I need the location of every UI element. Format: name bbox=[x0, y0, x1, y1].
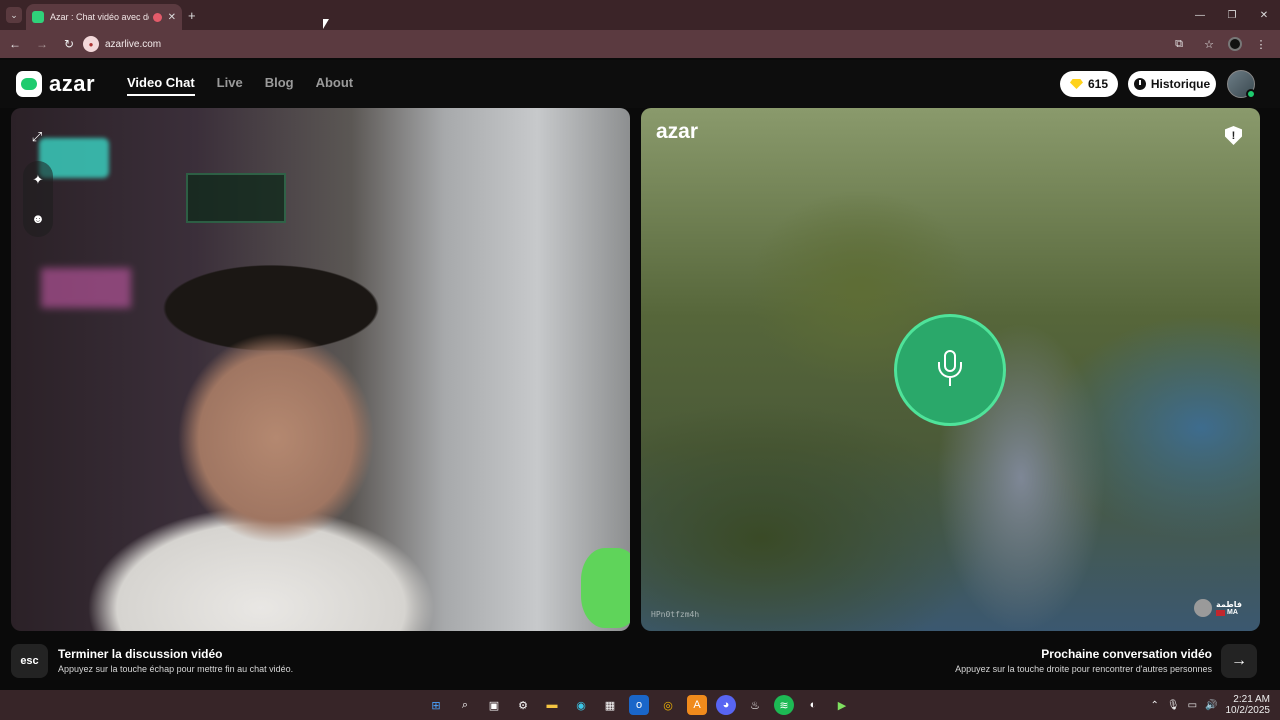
network-icon[interactable]: ▭ bbox=[1188, 700, 1197, 711]
settings-gear-icon[interactable]: ⚙ bbox=[513, 695, 533, 715]
end-chat-button[interactable]: esc bbox=[11, 644, 48, 678]
window-close-icon[interactable]: ✕ bbox=[1248, 0, 1280, 30]
gems-count: 615 bbox=[1087, 77, 1109, 91]
peer-avatar bbox=[1194, 599, 1212, 617]
tray-mic-icon[interactable]: 🎙 bbox=[1167, 700, 1180, 711]
spotify-icon[interactable]: ≋ bbox=[774, 695, 794, 715]
green-plush-toy bbox=[581, 548, 630, 628]
expand-icon[interactable]: ⤢ bbox=[23, 123, 51, 151]
windows-taskbar: ⊞ ⌕ ▣ ⚙ ▬ ◉ ▦ o ◎ A ◕ ♨ ≋ ◐ ▶ ⌃ 🎙 ▭ 🔊 2:… bbox=[0, 690, 1280, 720]
edge-browser-icon[interactable]: ◉ bbox=[571, 695, 591, 715]
reload-icon[interactable]: ↻ bbox=[57, 32, 81, 56]
next-chat-subtitle: Appuyez sur la touche droite pour rencon… bbox=[955, 664, 1212, 674]
peer-info[interactable]: فاطمة MA bbox=[1194, 599, 1242, 617]
system-tray: ⌃ 🎙 ▭ 🔊 2:21 AM 10/2/2025 bbox=[1151, 694, 1271, 716]
nav-live[interactable]: Live bbox=[217, 75, 243, 96]
next-chat-title: Prochaine conversation vidéo bbox=[1041, 647, 1212, 661]
discord-icon[interactable]: ◕ bbox=[716, 695, 736, 715]
forward-icon[interactable]: → bbox=[30, 32, 54, 56]
chrome-icon[interactable]: ◎ bbox=[658, 695, 678, 715]
site-info-icon[interactable]: ● bbox=[83, 36, 99, 52]
nav-video-chat[interactable]: Video Chat bbox=[127, 75, 195, 96]
volume-icon[interactable]: 🔊 bbox=[1205, 700, 1217, 711]
background-sign bbox=[186, 173, 286, 223]
flag-icon bbox=[1216, 609, 1225, 616]
local-video-panel: ⤢ ✦ ☻ bbox=[11, 108, 630, 631]
url-omnibox[interactable]: ● azarlive.com bbox=[80, 33, 1220, 55]
tab-list-icon[interactable]: ⌄ bbox=[6, 7, 22, 23]
browser-menu-icon[interactable]: ⋮ bbox=[1250, 32, 1272, 56]
address-bar: ← → ↻ ● azarlive.com ⧉ ☆ ⋮ bbox=[0, 30, 1280, 58]
recording-indicator-icon bbox=[152, 12, 162, 22]
bookmark-star-icon[interactable]: ☆ bbox=[1198, 32, 1220, 56]
remote-video-panel: azar ! HPn0tfzm4h فاطمة MA bbox=[641, 108, 1260, 631]
peer-name: فاطمة bbox=[1216, 600, 1242, 609]
outlook-icon[interactable]: o bbox=[629, 695, 649, 715]
end-chat-subtitle: Appuyez sur la touche échap pour mettre … bbox=[58, 664, 294, 674]
chat-controls-footer: esc Terminer la discussion vidéo Appuyez… bbox=[0, 635, 1280, 690]
app-arrow-icon[interactable]: ▶ bbox=[832, 695, 852, 715]
system-clock[interactable]: 2:21 AM 10/2/2025 bbox=[1226, 694, 1271, 716]
restore-icon[interactable]: ❐ bbox=[1216, 0, 1248, 30]
gem-icon bbox=[1069, 79, 1083, 89]
back-icon[interactable]: ← bbox=[3, 32, 27, 56]
main-nav: Video Chat Live Blog About bbox=[127, 75, 353, 96]
video-tools: ⤢ ✦ ☻ bbox=[23, 123, 53, 237]
close-tab-icon[interactable]: ✕ bbox=[168, 12, 176, 23]
sticker-icon[interactable]: ☻ bbox=[24, 204, 52, 232]
clock-date: 10/2/2025 bbox=[1225, 705, 1271, 716]
window-controls: — ❐ ✕ bbox=[1184, 0, 1280, 30]
browser-tab[interactable]: Azar : Chat vidéo avec de n ✕ bbox=[26, 4, 182, 30]
background-pink-light bbox=[41, 268, 131, 308]
store-icon[interactable]: ▦ bbox=[600, 695, 620, 715]
peer-country: MA bbox=[1216, 609, 1242, 616]
logo-text: azar bbox=[49, 71, 96, 96]
tab-title: Azar : Chat vidéo avec de n bbox=[50, 12, 149, 22]
file-explorer-icon[interactable]: ▬ bbox=[542, 695, 562, 715]
user-avatar[interactable] bbox=[1227, 70, 1256, 99]
steam-icon[interactable]: ♨ bbox=[745, 695, 765, 715]
taskbar-apps: ⊞ ⌕ ▣ ⚙ ▬ ◉ ▦ o ◎ A ◕ ♨ ≋ ◐ ▶ bbox=[426, 695, 852, 715]
online-status-icon bbox=[1246, 89, 1256, 99]
app-a-icon[interactable]: A bbox=[687, 695, 707, 715]
azar-favicon-icon bbox=[32, 11, 44, 23]
address-actions: ⧉ ☆ ⋮ bbox=[1168, 32, 1272, 56]
end-chat-title: Terminer la discussion vidéo bbox=[58, 647, 223, 661]
url-text[interactable]: azarlive.com bbox=[105, 39, 161, 50]
sparkle-icon[interactable]: ✦ bbox=[24, 166, 52, 194]
next-chat-button[interactable]: → bbox=[1221, 644, 1257, 678]
peer-id: HPn0tfzm4h bbox=[651, 610, 700, 619]
effects-toolbar: ✦ ☻ bbox=[23, 161, 53, 237]
profile-icon[interactable] bbox=[1228, 37, 1242, 51]
history-label: Historique bbox=[1150, 77, 1211, 91]
site-header: azar Video Chat Live Blog About 615 Hist… bbox=[0, 60, 1280, 108]
azar-logo-icon bbox=[16, 71, 42, 97]
mic-button[interactable] bbox=[894, 314, 1006, 426]
clock-icon bbox=[1133, 78, 1146, 90]
new-tab-plus-icon[interactable]: + bbox=[188, 8, 196, 23]
nav-about[interactable]: About bbox=[316, 75, 354, 96]
search-icon[interactable]: ⌕ bbox=[455, 695, 475, 715]
azar-watermark: azar bbox=[656, 120, 699, 143]
mouse-cursor-icon bbox=[323, 19, 329, 29]
history-button[interactable]: Historique bbox=[1128, 71, 1216, 97]
peer-country-code: MA bbox=[1227, 609, 1238, 616]
microphone-icon bbox=[936, 350, 964, 390]
minimize-icon[interactable]: — bbox=[1184, 0, 1216, 30]
windows-start-icon[interactable]: ⊞ bbox=[426, 695, 446, 715]
clock-time: 2:21 AM bbox=[1233, 694, 1270, 705]
tray-overflow-icon[interactable]: ⌃ bbox=[1151, 700, 1159, 711]
obs-icon[interactable]: ◐ bbox=[803, 695, 823, 715]
task-view-icon[interactable]: ▣ bbox=[484, 695, 504, 715]
browser-tab-bar: ⌄ Azar : Chat vidéo avec de n ✕ + — ❐ ✕ bbox=[0, 0, 1280, 30]
gems-button[interactable]: 615 bbox=[1060, 71, 1118, 97]
nav-blog[interactable]: Blog bbox=[265, 75, 294, 96]
install-app-icon[interactable]: ⧉ bbox=[1168, 32, 1190, 56]
azar-logo[interactable]: azar bbox=[16, 71, 95, 97]
report-shield-icon[interactable]: ! bbox=[1225, 126, 1242, 145]
